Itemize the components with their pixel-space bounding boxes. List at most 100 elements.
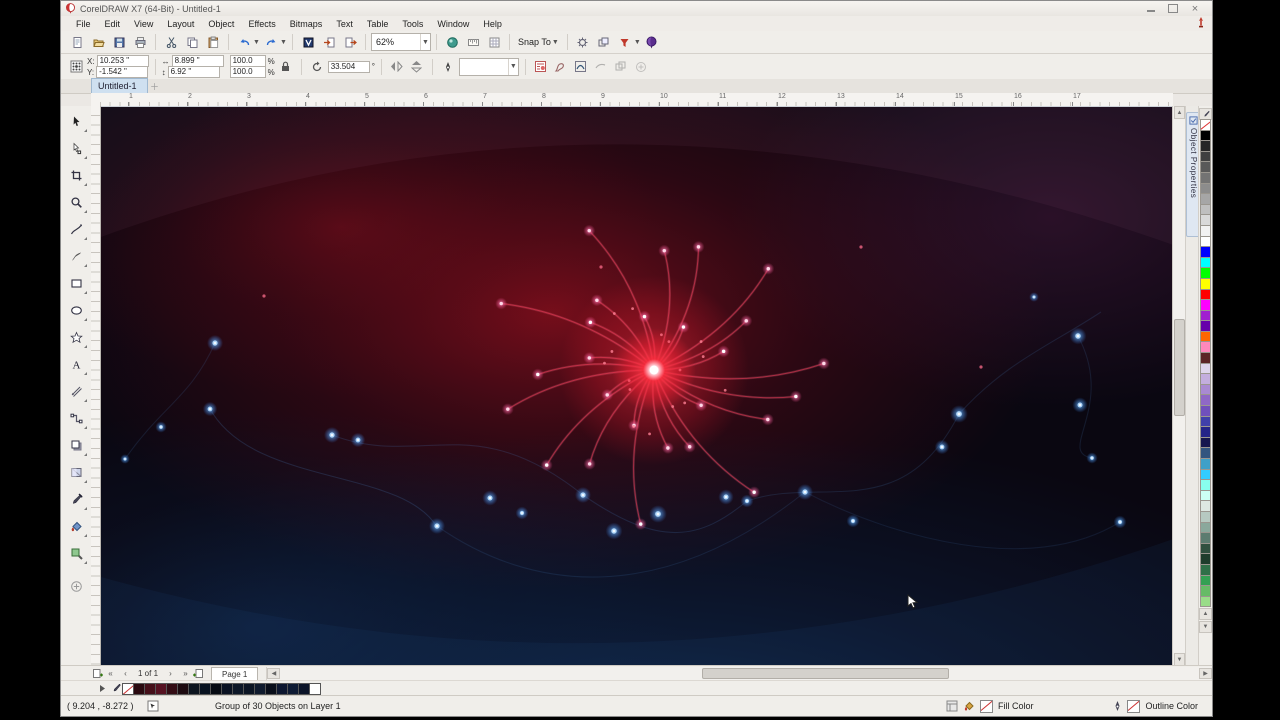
- menu-item-file[interactable]: File: [69, 18, 98, 30]
- drawing-canvas[interactable]: [101, 107, 1179, 666]
- redo-button[interactable]: [261, 32, 281, 52]
- menu-item-help[interactable]: Help: [476, 18, 509, 30]
- doc-color-swatch[interactable]: [309, 683, 321, 695]
- tool-text[interactable]: A: [63, 351, 89, 377]
- scroll-right-icon[interactable]: ▶: [1199, 668, 1212, 679]
- document-info-icon[interactable]: [946, 700, 958, 712]
- menu-item-layout[interactable]: Layout: [160, 18, 201, 30]
- tool-polygon[interactable]: [63, 324, 89, 350]
- palette-eyedropper-icon[interactable]: [109, 683, 123, 694]
- tool-pick[interactable]: [63, 108, 89, 134]
- tool-smart-fill[interactable]: [63, 540, 89, 566]
- add-page-icon[interactable]: [192, 667, 205, 680]
- vertical-scroll-thumb[interactable]: [1174, 319, 1185, 416]
- color-swatch[interactable]: [1200, 596, 1211, 608]
- paste-button[interactable]: [203, 32, 223, 52]
- vertical-scrollbar[interactable]: ▲ ▼: [1172, 106, 1186, 666]
- close-button[interactable]: ×: [1188, 3, 1202, 14]
- menu-item-bitmaps[interactable]: Bitmaps: [283, 18, 330, 30]
- last-page-icon[interactable]: »: [179, 667, 192, 680]
- group-button[interactable]: [612, 58, 630, 76]
- y-position-field[interactable]: -1.542 ": [96, 66, 148, 78]
- palette-flyout-icon[interactable]: [95, 684, 109, 693]
- upgrade-icon[interactable]: [1196, 17, 1206, 30]
- menu-item-table[interactable]: Table: [360, 18, 396, 30]
- lock-ratio-button[interactable]: [277, 58, 295, 76]
- menu-item-effects[interactable]: Effects: [241, 18, 282, 30]
- new-tab-button[interactable]: ＋: [148, 80, 162, 93]
- tool-parallel-dimension[interactable]: [63, 378, 89, 404]
- page-tab[interactable]: Page 1: [211, 667, 258, 681]
- full-screen-preview-button[interactable]: [442, 32, 462, 52]
- fill-bucket-icon[interactable]: [963, 700, 975, 712]
- options-button[interactable]: [573, 32, 593, 52]
- fill-none-swatch[interactable]: [980, 700, 993, 713]
- export-button[interactable]: [340, 32, 360, 52]
- outline-pen-icon[interactable]: [1113, 700, 1122, 712]
- swatch-none[interactable]: [1200, 119, 1211, 131]
- duplicate-button[interactable]: [594, 32, 614, 52]
- vertical-ruler[interactable]: [91, 106, 101, 666]
- tool-color-eyedropper[interactable]: [63, 486, 89, 512]
- tool-connector[interactable]: [63, 405, 89, 431]
- next-page-icon[interactable]: ›: [164, 667, 177, 680]
- tool-freehand[interactable]: [63, 216, 89, 242]
- search-content-button[interactable]: [298, 32, 318, 52]
- horizontal-scrollbar[interactable]: ◀ ▶: [266, 667, 1212, 680]
- palette-scroll-up-icon[interactable]: ▲: [1199, 608, 1212, 620]
- import-button[interactable]: [319, 32, 339, 52]
- outline-width-combo[interactable]: ▼: [459, 58, 519, 76]
- cut-button[interactable]: [161, 32, 181, 52]
- wrap-text-button[interactable]: [532, 58, 550, 76]
- print-button[interactable]: [130, 32, 150, 52]
- swatch-none[interactable]: [122, 683, 134, 695]
- menu-item-view[interactable]: View: [127, 18, 160, 30]
- undo-button[interactable]: [234, 32, 254, 52]
- scroll-left-icon[interactable]: ◀: [267, 668, 280, 679]
- convert-to-curves-button[interactable]: [572, 58, 590, 76]
- tool-crop[interactable]: [63, 162, 89, 188]
- menu-item-object[interactable]: Object: [201, 18, 241, 30]
- palette-scroll-down-icon[interactable]: ▼: [1199, 621, 1212, 633]
- chevron-down-icon[interactable]: ▼: [253, 39, 260, 46]
- outline-none-swatch[interactable]: [1127, 700, 1140, 713]
- zoom-level-combo[interactable]: 62%▼: [371, 33, 431, 51]
- mirror-vertical-button[interactable]: [408, 58, 426, 76]
- menu-item-tools[interactable]: Tools: [395, 18, 430, 30]
- first-page-icon[interactable]: «: [104, 667, 117, 680]
- new-document-button[interactable]: [67, 32, 87, 52]
- menu-item-edit[interactable]: Edit: [98, 18, 128, 30]
- tool-artistic-media[interactable]: [63, 243, 89, 269]
- scroll-up-icon[interactable]: ▲: [1174, 106, 1185, 119]
- tool-drop-shadow[interactable]: [63, 432, 89, 458]
- title-bar[interactable]: CorelDRAW X7 (64-Bit) - Untitled-1 ×: [61, 1, 1212, 16]
- mirror-horizontal-button[interactable]: [388, 58, 406, 76]
- text-properties-button[interactable]: [552, 58, 570, 76]
- minimize-button[interactable]: [1144, 3, 1158, 14]
- tool-zoom[interactable]: [63, 189, 89, 215]
- save-button[interactable]: [109, 32, 129, 52]
- previous-page-icon[interactable]: ‹: [119, 667, 132, 680]
- horizontal-ruler[interactable]: 1234567891011121314151617: [91, 93, 1173, 107]
- tool-shape[interactable]: [63, 135, 89, 161]
- object-height-field[interactable]: 6.92 ": [168, 66, 220, 78]
- scale-v-field[interactable]: 100.0: [230, 66, 266, 78]
- chevron-down-icon[interactable]: ▼: [280, 39, 287, 46]
- add-tools-button[interactable]: [63, 573, 89, 599]
- object-position-icon[interactable]: [67, 58, 85, 76]
- copy-button[interactable]: [182, 32, 202, 52]
- chevron-down-icon[interactable]: ▼: [634, 39, 641, 46]
- document-tab[interactable]: Untitled-1: [91, 78, 148, 93]
- tool-rectangle[interactable]: [63, 270, 89, 296]
- add-page-icon[interactable]: [91, 667, 104, 680]
- show-rulers-button[interactable]: [463, 32, 483, 52]
- horizontal-scroll-thumb[interactable]: [702, 668, 950, 679]
- snap-to-dropdown[interactable]: Snap To▼: [515, 37, 562, 47]
- tool-interactive-fill[interactable]: [63, 513, 89, 539]
- menu-item-text[interactable]: Text: [329, 18, 360, 30]
- restore-button[interactable]: [1166, 3, 1180, 14]
- rotation-angle-field[interactable]: 33.504: [328, 61, 370, 73]
- combine-button[interactable]: [592, 58, 610, 76]
- more-options-button[interactable]: [632, 58, 650, 76]
- tool-transparency[interactable]: [63, 459, 89, 485]
